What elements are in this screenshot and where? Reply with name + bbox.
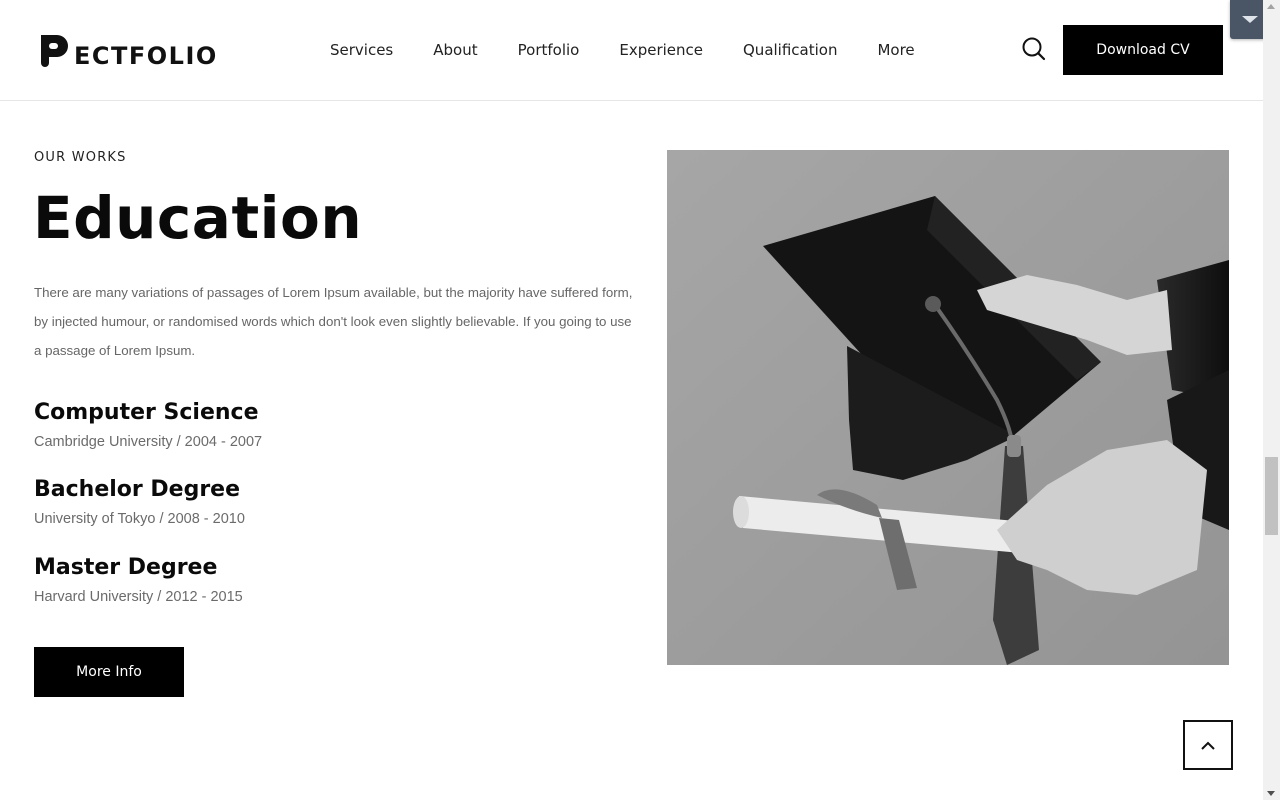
logo-text: ECTFOLIO: [74, 42, 218, 70]
nav-item-experience[interactable]: Experience: [619, 41, 703, 59]
back-to-top-button[interactable]: [1183, 720, 1233, 770]
download-cv-button[interactable]: Download CV: [1063, 25, 1223, 75]
site-logo[interactable]: ECTFOLIO: [39, 33, 218, 69]
scroll-down-arrow-icon[interactable]: [1267, 791, 1275, 796]
scrollbar-thumb[interactable]: [1265, 457, 1278, 535]
nav-item-qualification[interactable]: Qualification: [743, 41, 837, 59]
page-title: Education: [33, 184, 363, 252]
main-nav: Services About Portfolio Experience Qual…: [330, 41, 915, 59]
degree-meta: Harvard University / 2012 - 2015: [34, 589, 243, 605]
list-item: Computer Science Cambridge University / …: [34, 398, 262, 450]
degree-title: Computer Science: [34, 400, 259, 425]
chevron-up-icon: [1201, 741, 1215, 750]
list-item: Master Degree Harvard University / 2012 …: [34, 553, 243, 605]
list-item: Bachelor Degree University of Tokyo / 20…: [34, 475, 245, 527]
nav-item-more[interactable]: More: [877, 41, 914, 59]
graduation-image: [667, 150, 1229, 665]
logo-mark-icon: [39, 33, 73, 69]
section-description: There are many variations of passages of…: [34, 285, 633, 358]
nav-item-services[interactable]: Services: [330, 41, 393, 59]
scroll-up-arrow-icon[interactable]: [1267, 4, 1275, 9]
degree-title: Master Degree: [34, 555, 218, 580]
section-eyebrow: OUR WORKS: [34, 150, 127, 165]
site-header: ECTFOLIO Services About Portfolio Experi…: [0, 0, 1263, 101]
degree-meta: Cambridge University / 2004 - 2007: [34, 434, 263, 450]
more-info-button[interactable]: More Info: [34, 647, 184, 697]
degree-title: Bachelor Degree: [34, 477, 241, 502]
nav-item-portfolio[interactable]: Portfolio: [518, 41, 580, 59]
page-scrollbar[interactable]: [1263, 0, 1280, 800]
nav-item-about[interactable]: About: [433, 41, 477, 59]
degree-meta: University of Tokyo / 2008 - 2010: [34, 511, 245, 527]
search-icon[interactable]: [1021, 36, 1047, 62]
